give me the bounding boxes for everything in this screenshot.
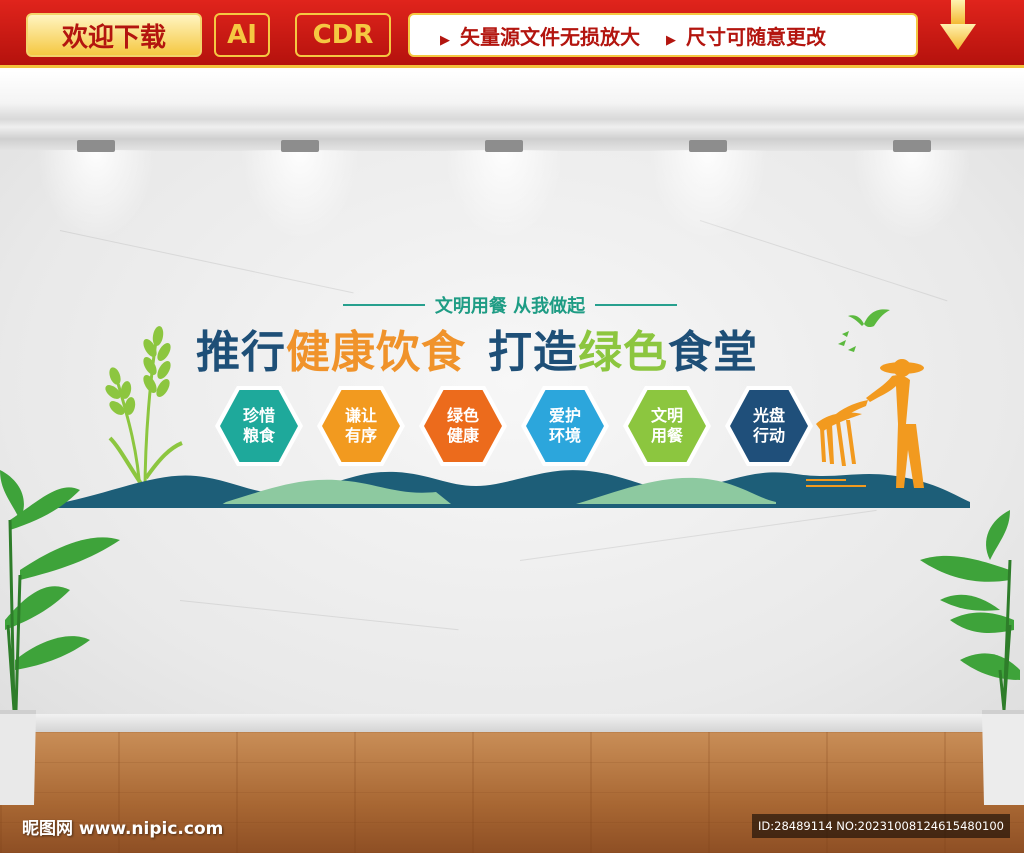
ceiling-light xyxy=(485,140,523,152)
ceiling-light xyxy=(281,140,319,152)
headline-part-2: 健康饮食 xyxy=(286,327,466,378)
plant-right-icon xyxy=(920,510,1024,805)
hexagon-label: 爱护 环境 xyxy=(548,406,581,445)
feature-box: ▶ 矢量源文件无损放大 ▶ 尺寸可随意更改 xyxy=(408,13,918,57)
play-icon: ▶ xyxy=(440,32,450,48)
light-glow xyxy=(240,150,360,240)
format-ai-badge: AI xyxy=(214,13,270,57)
subtitle-text: 文明用餐 从我做起 xyxy=(434,296,586,317)
hexagon-label: 绿色 健康 xyxy=(446,406,479,445)
headline-part-1: 推行 xyxy=(196,327,286,378)
feature-text-1: 矢量源文件无损放大 xyxy=(460,24,640,49)
download-badge[interactable]: 欢迎下载 xyxy=(26,13,202,57)
ceiling-light xyxy=(77,140,115,152)
hexagon-label: 光盘 行动 xyxy=(752,406,785,445)
light-glow xyxy=(852,150,972,240)
ceiling xyxy=(0,71,1024,151)
light-glow xyxy=(444,150,564,240)
hexagon-label: 文明 用餐 xyxy=(650,406,683,445)
plant-left-icon xyxy=(0,470,120,805)
top-banner: 欢迎下载 AI CDR ▶ 矢量源文件无损放大 ▶ 尺寸可随意更改 xyxy=(0,0,1024,68)
birds-icon xyxy=(838,309,890,352)
headline-part-4: 绿色 xyxy=(578,327,668,378)
headline-part-3: 打造 xyxy=(488,327,578,378)
divider-line xyxy=(595,304,678,306)
light-glow xyxy=(36,150,156,240)
feature-item-2: ▶ 尺寸可随意更改 xyxy=(666,21,826,50)
light-glow xyxy=(648,150,768,240)
feature-item-1: ▶ 矢量源文件无损放大 xyxy=(440,21,640,50)
hexagon-fill: 爱护 环境 xyxy=(526,390,604,462)
headline-part-5: 食堂 xyxy=(668,327,758,378)
format-cdr-badge: CDR xyxy=(295,13,391,57)
hexagon-fill: 文明 用餐 xyxy=(628,390,706,462)
slogan-headline: 推行 健康饮食 打造 绿色 食堂 xyxy=(196,318,836,378)
hexagon-label: 谦让 有序 xyxy=(344,406,377,445)
hexagon-fill: 珍惜 粮食 xyxy=(220,390,298,462)
site-watermark: 昵图网 www.nipic.com xyxy=(22,819,224,839)
skirting-board xyxy=(0,714,1024,732)
image-id-label: ID:28489114 NO:20231008124615480100 xyxy=(752,814,1010,838)
farmer-icon xyxy=(806,359,924,488)
slogan-subtitle: 文明用餐 从我做起 xyxy=(310,292,710,318)
hexagon-label: 珍惜 粮食 xyxy=(242,406,275,445)
arrow-down-icon xyxy=(940,0,976,50)
hexagon-fill: 光盘 行动 xyxy=(730,390,808,462)
hexagon-fill: 谦让 有序 xyxy=(322,390,400,462)
play-icon: ▶ xyxy=(666,32,676,48)
hexagon-fill: 绿色 健康 xyxy=(424,390,502,462)
divider-line xyxy=(342,304,425,306)
ceiling-light xyxy=(893,140,931,152)
feature-text-2: 尺寸可随意更改 xyxy=(686,24,826,49)
ceiling-light xyxy=(689,140,727,152)
